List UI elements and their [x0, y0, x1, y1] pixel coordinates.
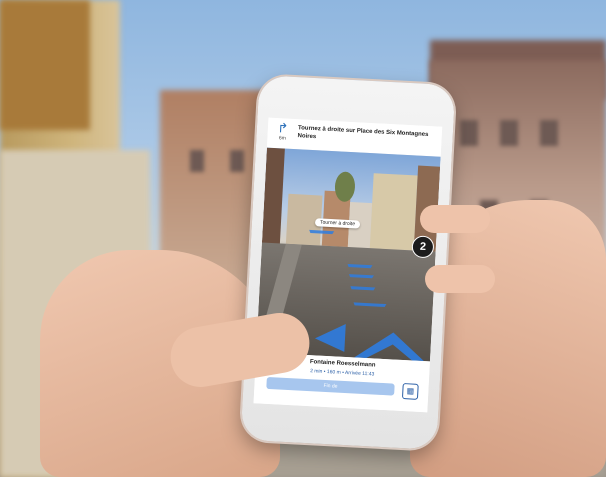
ar-turn-label: Tourner à droite: [314, 218, 361, 229]
window: [540, 120, 558, 146]
turn-distance: 6m: [278, 135, 287, 142]
window: [500, 120, 518, 146]
window: [230, 150, 244, 172]
turn-indicator: ↱ 6m: [271, 120, 294, 146]
ar-building: [369, 173, 418, 251]
end-navigation-button[interactable]: Fin de: [266, 376, 395, 396]
smartphone: ↱ 6m Tournez à droite sur Place des Six …: [240, 75, 456, 450]
ar-tree: [334, 171, 356, 203]
turn-instruction: Tournez à droite sur Place des Six Monta…: [297, 125, 429, 141]
right-finger: [425, 265, 495, 293]
photo-scene: ↱ 6m Tournez à droite sur Place des Six …: [0, 0, 606, 477]
direction-arrow-icon: [314, 323, 424, 362]
turn-right-arrow-icon: ↱: [277, 120, 289, 136]
window: [190, 150, 204, 172]
right-finger: [420, 205, 490, 233]
path-chevron-icon: [347, 302, 387, 313]
ar-building: [261, 147, 285, 249]
map-icon[interactable]: ▦: [401, 383, 419, 400]
window: [460, 120, 478, 146]
building-left-roof: [0, 0, 90, 130]
